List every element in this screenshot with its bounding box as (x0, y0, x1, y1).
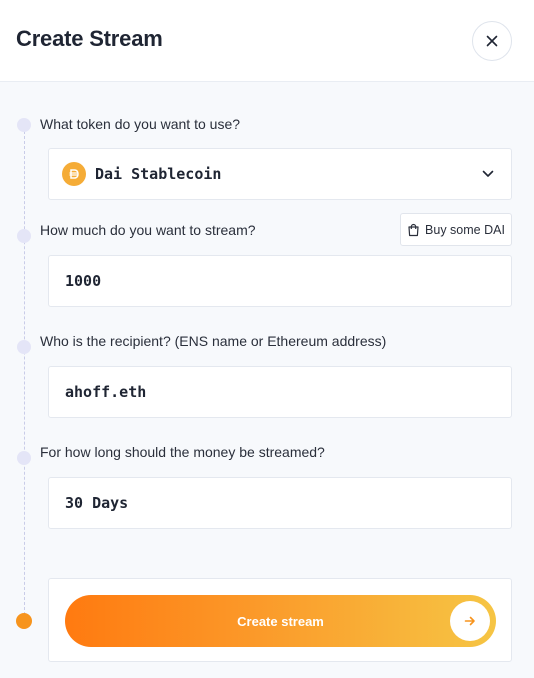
submit-card: Create stream (48, 578, 512, 662)
duration-input[interactable]: 30 Days (48, 477, 512, 529)
timeline-dot-submit (16, 613, 32, 629)
close-button[interactable] (472, 21, 512, 61)
duration-label: For how long should the money be streame… (40, 444, 325, 460)
buy-dai-button[interactable]: Buy some DAI (400, 213, 512, 246)
recipient-label: Who is the recipient? (ENS name or Ether… (40, 333, 387, 349)
dai-token-icon (62, 162, 86, 186)
arrow-right-icon (450, 601, 490, 641)
page-title: Create Stream (16, 26, 163, 51)
timeline-line (24, 126, 25, 620)
create-stream-button[interactable]: Create stream (65, 595, 496, 647)
create-stream-label: Create stream (237, 613, 324, 629)
buy-dai-label: Buy some DAI (425, 222, 505, 237)
amount-label: How much do you want to stream? (40, 222, 256, 238)
token-select-value: Dai Stablecoin (95, 165, 222, 183)
timeline-dot-duration (17, 451, 31, 465)
shopping-bag-icon (408, 223, 419, 236)
amount-input[interactable]: 1000 (48, 255, 512, 307)
timeline-dot-amount (17, 229, 31, 243)
close-icon (486, 35, 498, 47)
token-select[interactable]: Dai Stablecoin (48, 148, 512, 200)
token-label: What token do you want to use? (40, 116, 241, 132)
modal-header: Create Stream (0, 0, 534, 82)
recipient-input[interactable]: ahoff.eth (48, 366, 512, 418)
chevron-down-icon (481, 167, 495, 181)
timeline-dot-recipient (17, 340, 31, 354)
timeline-dot-token (17, 118, 31, 132)
